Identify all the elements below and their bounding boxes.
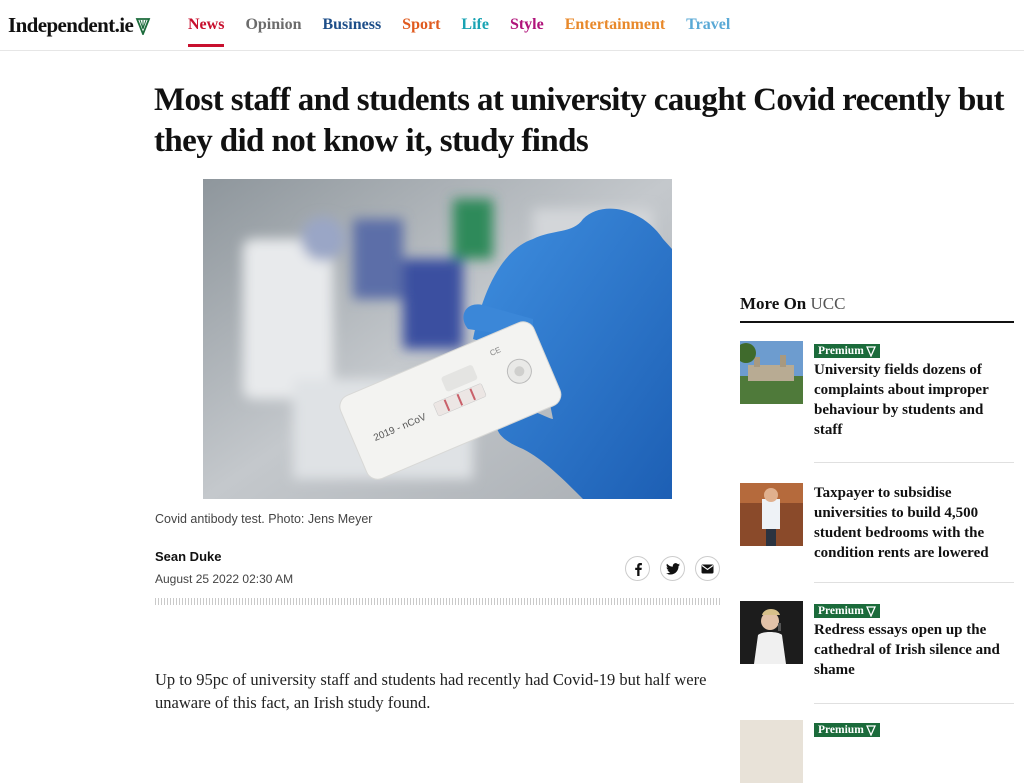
sidebar-item-title[interactable]: Taxpayer to subsidise universities to bu… — [814, 483, 1014, 563]
article-headline: Most staff and students at university ca… — [154, 82, 1004, 159]
publish-date: August 25 2022 02:30 AM — [155, 572, 294, 586]
nav-style[interactable]: Style — [510, 16, 544, 47]
premium-badge: Premium — [814, 604, 880, 618]
sidebar-thumbnail — [740, 483, 803, 546]
facebook-icon — [634, 562, 642, 576]
sidebar-topic-link[interactable]: UCC — [811, 294, 846, 313]
harp-icon — [865, 605, 876, 617]
sidebar-divider — [814, 462, 1014, 463]
logo-text: Independent.ie — [8, 13, 134, 37]
twitter-icon — [665, 562, 680, 575]
sidebar-item-title[interactable]: Redress essays open up the cathedral of … — [814, 620, 1014, 680]
harp-icon — [135, 17, 151, 35]
sidebar-rule — [740, 321, 1014, 323]
premium-badge: Premium — [814, 723, 880, 737]
sidebar-divider — [814, 703, 1014, 704]
sidebar-thumbnail — [740, 720, 803, 783]
sidebar-title: More On UCC — [740, 294, 846, 313]
divider-ruler — [155, 598, 720, 605]
nav-entertainment[interactable]: Entertainment — [565, 16, 665, 47]
site-header: Independent.ie News Opinion Business Spo… — [0, 0, 1024, 51]
sidebar-divider — [814, 582, 1014, 583]
main-nav: News Opinion Business Sport Life Style E… — [188, 16, 751, 47]
nav-business[interactable]: Business — [322, 16, 381, 47]
harp-icon — [865, 724, 876, 736]
author-name[interactable]: Sean Duke — [155, 549, 221, 564]
sidebar-item-title[interactable]: University fields dozens of complaints a… — [814, 360, 1014, 440]
email-icon — [701, 564, 714, 573]
nav-opinion[interactable]: Opinion — [245, 16, 301, 47]
harp-icon — [865, 345, 876, 357]
image-caption: Covid antibody test. Photo: Jens Meyer — [155, 512, 373, 526]
nav-travel[interactable]: Travel — [686, 16, 730, 47]
nav-life[interactable]: Life — [461, 16, 489, 47]
facebook-share-button[interactable] — [625, 556, 650, 581]
email-share-button[interactable] — [695, 556, 720, 581]
article-image: 2019 - nCoV CE — [203, 179, 672, 499]
premium-badge: Premium — [814, 344, 880, 358]
sidebar-thumbnail — [740, 601, 803, 664]
nav-news[interactable]: News — [188, 16, 225, 47]
twitter-share-button[interactable] — [660, 556, 685, 581]
site-logo[interactable]: Independent.ie — [8, 13, 151, 38]
nav-sport[interactable]: Sport — [402, 16, 440, 47]
article-body-paragraph: Up to 95pc of university staff and stude… — [155, 670, 707, 712]
sidebar-thumbnail — [740, 341, 803, 404]
